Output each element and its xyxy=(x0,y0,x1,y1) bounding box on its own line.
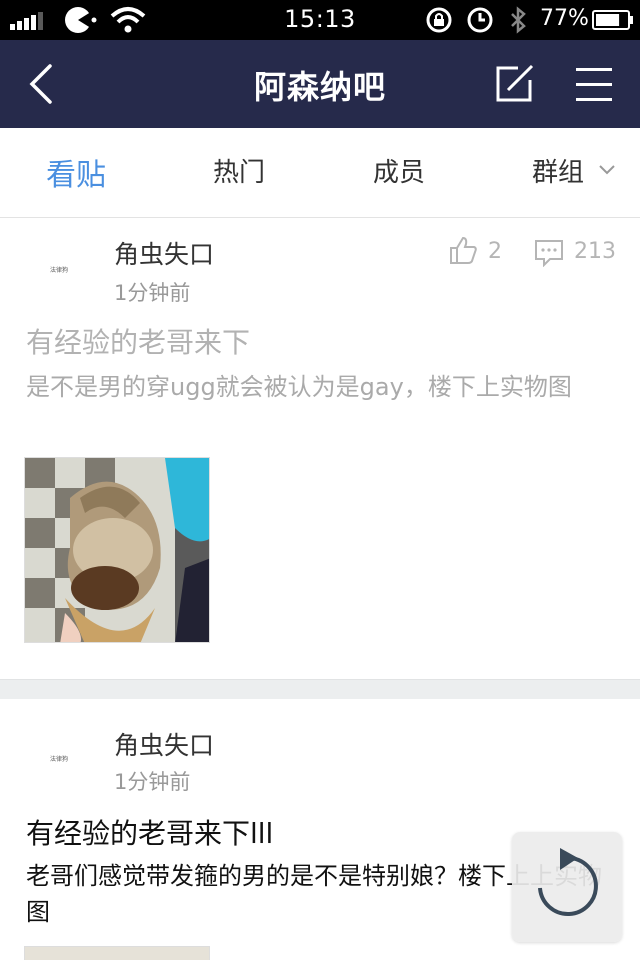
alarm-icon xyxy=(467,7,493,33)
chevron-down-icon[interactable] xyxy=(598,164,616,176)
post-title[interactable]: 有经验的老哥来下lll xyxy=(26,812,273,852)
battery-icon xyxy=(592,10,633,30)
refresh-button[interactable] xyxy=(512,832,622,942)
post-card[interactable]: 法律狗 角虫失口 1分钟前 2 213 有经验的老哥来下 是不是男的穿ugg就会… xyxy=(0,219,640,679)
post-divider xyxy=(0,679,640,699)
avatar[interactable]: 法律狗 xyxy=(30,726,94,790)
post-body[interactable]: 是不是男的穿ugg就会被认为是gay，楼下上实物图 xyxy=(26,369,616,405)
avatar[interactable]: 法律狗 xyxy=(30,237,94,301)
post-time: 1分钟前 xyxy=(114,281,191,305)
ice-cream-cone-photo[interactable] xyxy=(24,457,210,643)
compose-icon[interactable] xyxy=(492,62,536,106)
page-title: 阿森纳吧 xyxy=(253,68,386,106)
post-author[interactable]: 角虫失口 xyxy=(114,235,214,271)
post-time: 1分钟前 xyxy=(114,770,191,794)
post-author[interactable]: 角虫失口 xyxy=(114,726,214,762)
comment-icon[interactable] xyxy=(534,239,564,267)
photo[interactable] xyxy=(24,946,210,960)
menu-icon[interactable] xyxy=(574,66,614,104)
tab-bar: 看贴 热门 成员 群组 xyxy=(0,128,640,278)
thumbs-up-icon[interactable] xyxy=(448,235,478,265)
like-count: 2 xyxy=(488,239,502,264)
tab-groups[interactable]: 群组 xyxy=(532,152,584,189)
nav-bar: 阿森纳吧 xyxy=(0,40,640,128)
tab-hot[interactable]: 热门 xyxy=(213,152,265,189)
battery-percent: 77% xyxy=(540,6,589,31)
comment-count: 213 xyxy=(574,239,616,264)
post-title[interactable]: 有经验的老哥来下 xyxy=(26,321,250,361)
tab-members[interactable]: 成员 xyxy=(373,152,425,189)
rotation-lock-icon xyxy=(426,7,452,33)
refresh-icon xyxy=(538,848,598,916)
status-bar: 15:13 77% xyxy=(0,0,640,40)
bluetooth-icon xyxy=(511,6,526,34)
tab-posts[interactable]: 看贴 xyxy=(46,150,106,194)
